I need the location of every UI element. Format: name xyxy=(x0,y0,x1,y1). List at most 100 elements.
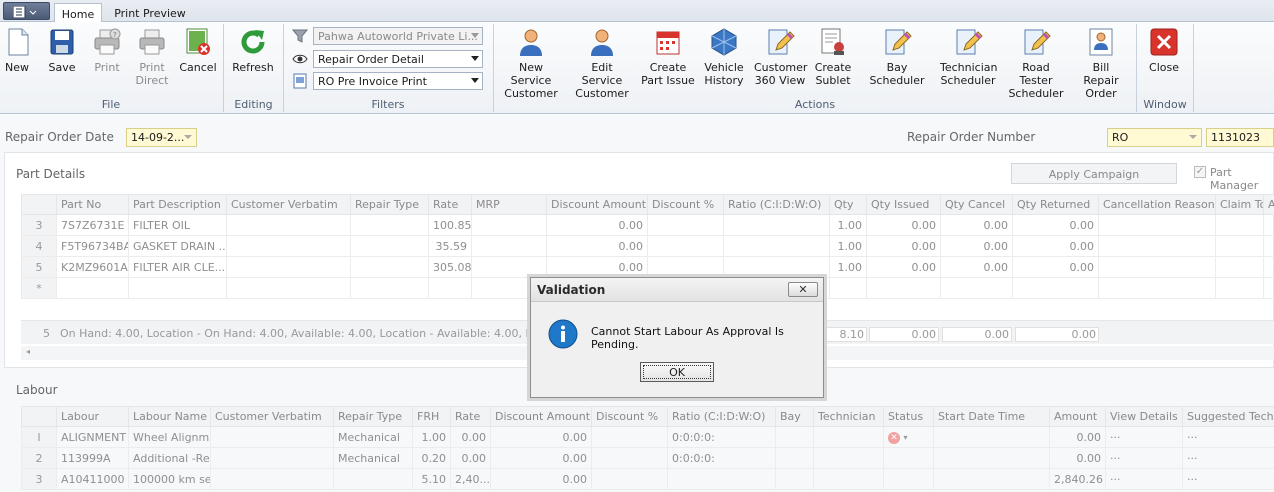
new-button[interactable]: New xyxy=(2,26,32,74)
parts-table-cell[interactable] xyxy=(1098,277,1216,299)
labour-table-cell[interactable]: Additional -Re... xyxy=(128,447,211,469)
app-menu-button[interactable] xyxy=(3,2,50,20)
labour-table-cell[interactable]: ALIGNMENT xyxy=(56,426,129,448)
parts-table-cell[interactable] xyxy=(226,256,351,278)
parts-column-header[interactable]: MRP xyxy=(471,194,547,215)
parts-table-row[interactable]: 3 7S7Z6731E FILTER OIL 100.85 0.00 1.00 0.00 0.… xyxy=(21,214,1274,236)
vehicle-history-button[interactable]: Vehicle History xyxy=(702,26,746,87)
parts-column-header[interactable]: Ratio (C:I:D:W:O) xyxy=(723,194,830,215)
bill-repair-order-button[interactable]: Bill Repair Order xyxy=(1074,26,1128,100)
parts-table-cell[interactable] xyxy=(1012,277,1099,299)
labour-table-cell[interactable]: 0.20 xyxy=(412,447,451,469)
parts-table-row[interactable]: 5 K2MZ9601A FILTER AIR CLE... 305.08 0.00 1.0… xyxy=(21,256,1274,278)
labour-column-header[interactable]: Rate xyxy=(450,406,491,427)
parts-table-cell[interactable] xyxy=(128,277,227,299)
parts-table-cell[interactable]: 35.59 xyxy=(428,235,472,257)
parts-table-row[interactable]: 4 F5T96734BA GASKET DRAIN ... 35.59 0.00 1.00… xyxy=(21,235,1274,257)
labour-table-cell[interactable]: 0.00 xyxy=(490,447,592,469)
repair-order-date-field[interactable]: 14-09-2... xyxy=(126,128,197,147)
labour-table-cell[interactable]: Wheel Alignm... xyxy=(128,426,211,448)
parts-column-header[interactable]: Qty xyxy=(829,194,867,215)
save-button[interactable]: Save xyxy=(46,26,78,74)
parts-table-cell[interactable] xyxy=(1263,256,1274,278)
parts-column-header[interactable]: Qty Issued xyxy=(866,194,941,215)
parts-table-cell[interactable]: 1.00 xyxy=(829,235,867,257)
parts-table-cell[interactable]: 305.08 xyxy=(428,256,472,278)
parts-column-header[interactable]: Claim To xyxy=(1215,194,1264,215)
labour-table-cell[interactable] xyxy=(333,468,413,490)
parts-column-header[interactable]: Part Description xyxy=(128,194,227,215)
labour-table-cell[interactable]: ✕ ▾ xyxy=(883,426,934,448)
labour-table-cell[interactable] xyxy=(210,468,334,490)
customer-360-view-button[interactable]: Customer 360 View xyxy=(754,26,807,87)
parts-column-header[interactable]: Repair Type xyxy=(350,194,429,215)
dialog-ok-button[interactable]: OK xyxy=(640,362,714,382)
parts-table-cell[interactable] xyxy=(647,256,724,278)
labour-column-header[interactable]: Status xyxy=(883,406,934,427)
parts-table-cell[interactable] xyxy=(940,277,1013,299)
labour-table-cell[interactable]: 0.00 xyxy=(490,468,592,490)
parts-column-header[interactable]: Discount % xyxy=(647,194,724,215)
parts-table-cell[interactable] xyxy=(471,214,547,236)
parts-table-cell[interactable] xyxy=(350,256,429,278)
labour-table-cell[interactable]: A10411000 xyxy=(56,468,129,490)
create-part-issue-button[interactable]: Create Part Issue xyxy=(640,26,696,87)
parts-table-cell[interactable] xyxy=(56,277,129,299)
parts-table-cell[interactable]: F5T96734BA xyxy=(56,235,129,257)
labour-table-cell[interactable]: 0:0:0:0: xyxy=(667,447,776,469)
parts-table-cell[interactable]: 100.85 xyxy=(428,214,472,236)
parts-column-header[interactable]: Discount Amount xyxy=(546,194,648,215)
parts-table-cell[interactable] xyxy=(866,277,941,299)
labour-table-cell[interactable]: 0:0:0:0: xyxy=(667,426,776,448)
status-dropdown-icon[interactable]: ▾ xyxy=(904,433,908,442)
parts-table-cell[interactable] xyxy=(1098,256,1216,278)
parts-table-cell[interactable]: 7S7Z6731E xyxy=(56,214,129,236)
labour-table-cell[interactable] xyxy=(883,447,934,469)
labour-table-row[interactable]: 2113999AAdditional -Re...Mechanical0.200… xyxy=(21,447,1274,469)
labour-table-cell[interactable] xyxy=(775,447,814,469)
labour-table-cell[interactable]: 0.00 xyxy=(450,426,491,448)
parts-table-cell[interactable] xyxy=(226,214,351,236)
labour-table-cell[interactable]: ··· xyxy=(1105,447,1183,469)
parts-column-header[interactable]: A xyxy=(1263,194,1274,215)
edit-service-customer-button[interactable]: Edit Service Customer xyxy=(570,26,634,100)
apply-campaign-button[interactable]: Apply Campaign xyxy=(1011,163,1177,184)
parts-table-cell[interactable]: 0.00 xyxy=(546,235,648,257)
parts-table-cell[interactable]: 0.00 xyxy=(940,235,1013,257)
labour-table-cell[interactable] xyxy=(813,468,884,490)
parts-column-header[interactable]: Customer Verbatim xyxy=(226,194,351,215)
labour-column-header[interactable]: Customer Verbatim xyxy=(210,406,334,427)
parts-column-header[interactable]: Rate xyxy=(428,194,472,215)
labour-table-cell[interactable] xyxy=(775,468,814,490)
labour-column-header[interactable]: Discount Amount xyxy=(490,406,592,427)
parts-table-cell[interactable] xyxy=(1215,277,1264,299)
company-dropdown[interactable]: Pahwa Autoworld Private Li... xyxy=(313,27,483,45)
parts-table-cell[interactable] xyxy=(1263,277,1274,299)
parts-table-cell[interactable]: 1.00 xyxy=(829,256,867,278)
parts-table-cell[interactable] xyxy=(471,235,547,257)
parts-column-header[interactable] xyxy=(21,194,57,215)
labour-table-cell[interactable]: ··· xyxy=(1182,468,1274,490)
labour-table-cell[interactable]: ··· xyxy=(1182,426,1274,448)
labour-table-cell[interactable] xyxy=(591,468,668,490)
labour-table-cell[interactable]: ··· xyxy=(1105,426,1183,448)
technician-scheduler-button[interactable]: Technician Scheduler xyxy=(940,26,997,87)
parts-table-cell[interactable]: 0.00 xyxy=(1012,214,1099,236)
labour-table-cell[interactable] xyxy=(591,447,668,469)
labour-table-cell[interactable]: 113999A xyxy=(56,447,129,469)
labour-table-cell[interactable] xyxy=(813,426,884,448)
parts-table-cell[interactable]: 0.00 xyxy=(1012,235,1099,257)
labour-column-header[interactable]: Labour xyxy=(56,406,129,427)
parts-table-cell[interactable]: 0.00 xyxy=(546,256,648,278)
new-service-customer-button[interactable]: New Service Customer xyxy=(498,26,564,100)
parts-table-cell[interactable]: 0.00 xyxy=(546,214,648,236)
parts-table-cell[interactable]: K2MZ9601A xyxy=(56,256,129,278)
parts-table-cell[interactable]: 0.00 xyxy=(1012,256,1099,278)
parts-table-cell[interactable]: FILTER OIL xyxy=(128,214,227,236)
labour-column-header[interactable]: Technician xyxy=(813,406,884,427)
parts-table-cell[interactable] xyxy=(1215,214,1264,236)
parts-table-cell[interactable] xyxy=(647,214,724,236)
cancel-button[interactable]: Cancel xyxy=(179,26,217,74)
parts-table-cell[interactable]: GASKET DRAIN ... xyxy=(128,235,227,257)
labour-table-cell[interactable]: Mechanical xyxy=(333,426,413,448)
